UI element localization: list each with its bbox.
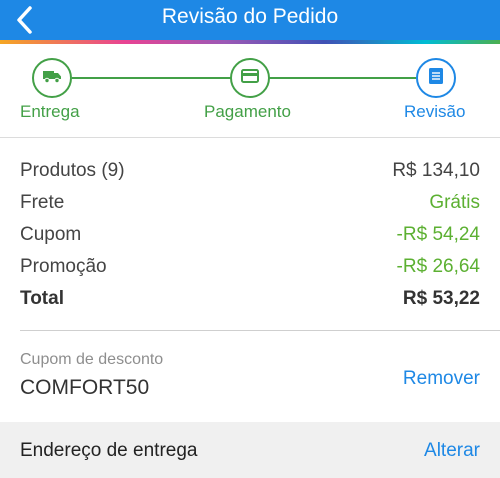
page-title: Revisão do Pedido <box>161 5 339 28</box>
divider <box>20 330 500 331</box>
summary-row-promotion: Promoção -R$ 26,64 <box>20 251 480 283</box>
summary-row-shipping: Frete Grátis <box>20 187 480 219</box>
summary-row-products: Produtos (9) R$ 134,10 <box>20 155 480 187</box>
summary-row-coupon: Cupom -R$ 54,24 <box>20 219 480 251</box>
summary-label: Total <box>20 288 64 309</box>
list-icon <box>428 67 444 90</box>
shipping-address-section: Endereço de entrega Alterar <box>0 422 500 478</box>
coupon-caption: Cupom de desconto <box>20 351 164 368</box>
step-label-review: Revisão <box>404 102 466 121</box>
summary-label: Produtos (9) <box>20 160 125 181</box>
summary-value: -R$ 54,24 <box>396 224 480 245</box>
credit-card-icon <box>241 68 259 88</box>
summary-row-total: Total R$ 53,22 <box>20 283 480 315</box>
summary-value: -R$ 26,64 <box>396 256 480 277</box>
step-connector <box>72 77 232 79</box>
step-delivery[interactable] <box>32 58 72 98</box>
step-label-delivery: Entrega <box>20 102 80 121</box>
header-bar: Revisão do Pedido <box>0 0 500 40</box>
remove-coupon-button[interactable]: Remover <box>403 368 480 390</box>
coupon-code: COMFORT50 <box>20 376 150 399</box>
divider <box>0 137 500 138</box>
section-title: Endereço de entrega <box>20 440 198 461</box>
step-review[interactable] <box>416 58 456 98</box>
summary-label: Cupom <box>20 224 82 245</box>
summary-value: R$ 134,10 <box>392 160 480 181</box>
summary-value: Grátis <box>429 192 480 213</box>
change-address-button[interactable]: Alterar <box>424 440 480 462</box>
step-payment[interactable] <box>230 58 270 98</box>
step-label-payment: Pagamento <box>204 102 291 121</box>
summary-label: Promoção <box>20 256 107 277</box>
step-connector <box>268 77 416 79</box>
checkout-stepper: Entrega Pagamento Revisão <box>0 44 500 137</box>
summary-label: Frete <box>20 192 65 213</box>
summary-value: R$ 53,22 <box>402 288 480 309</box>
truck-icon <box>42 68 62 89</box>
